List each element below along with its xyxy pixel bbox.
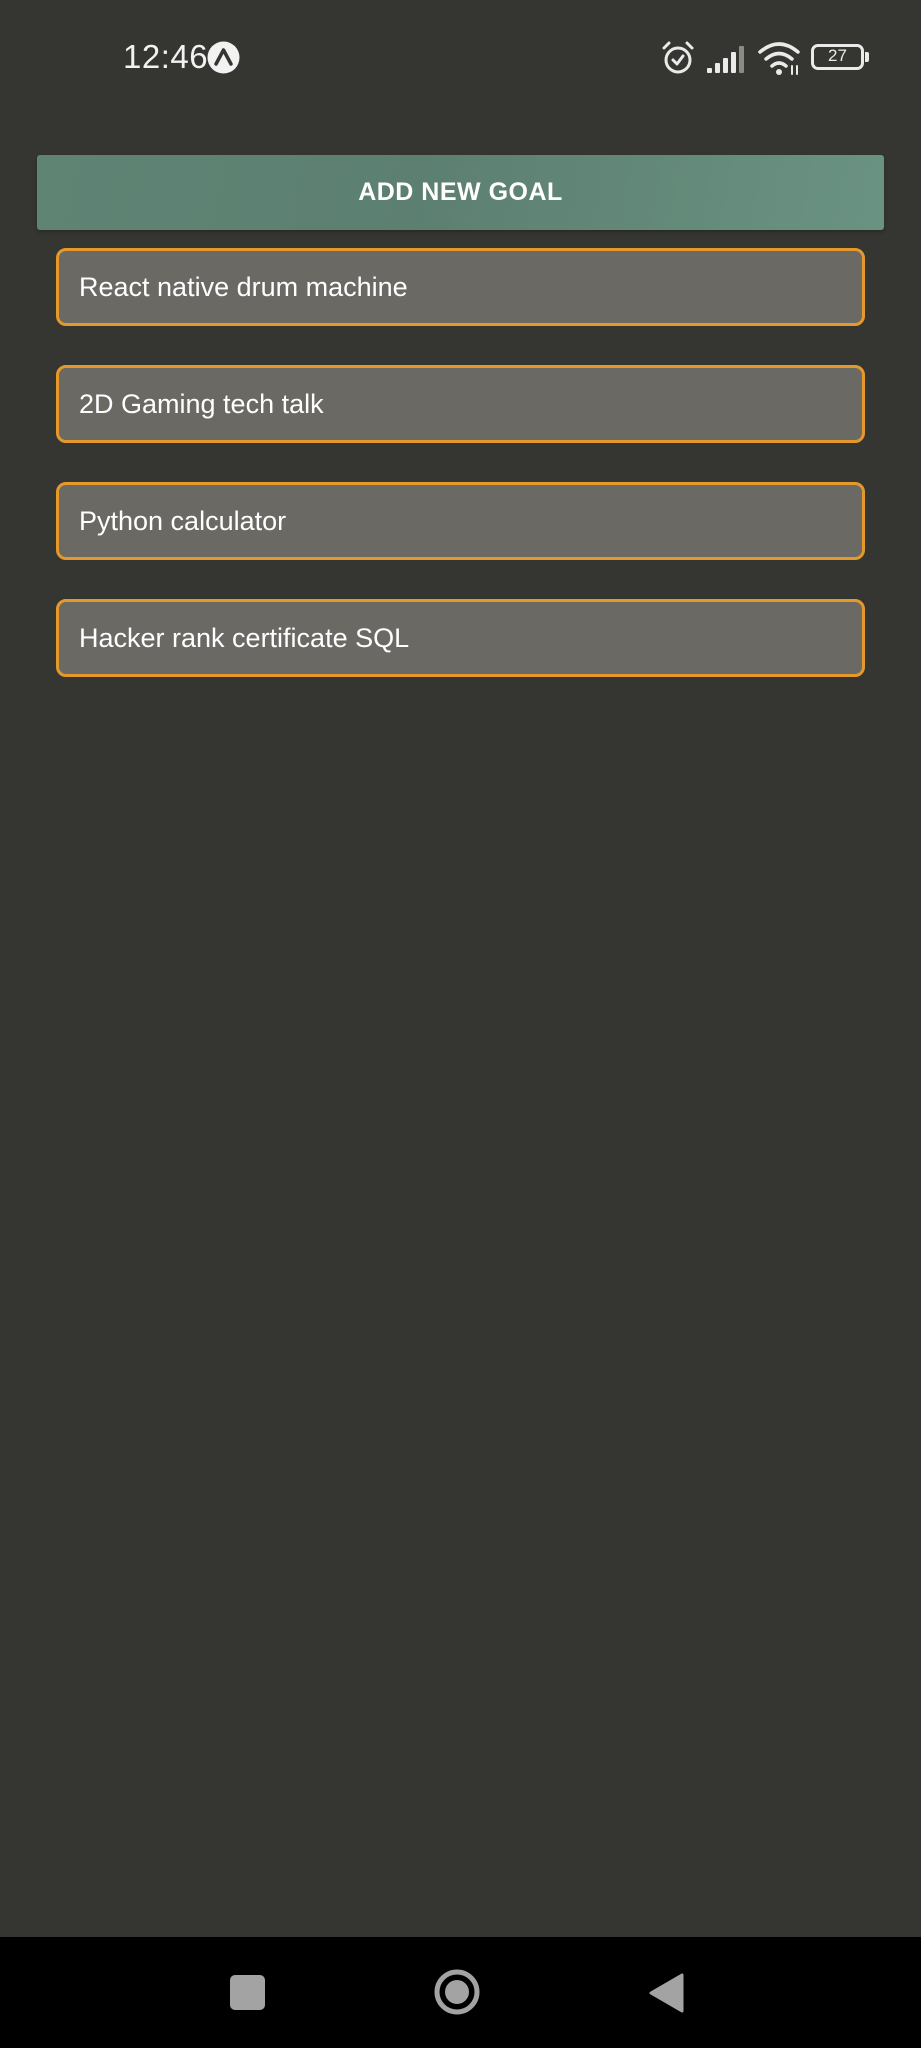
goal-text: 2D Gaming tech talk — [79, 388, 324, 419]
add-new-goal-button[interactable]: ADD NEW GOAL — [37, 155, 884, 230]
signal-icon — [707, 46, 744, 73]
goal-text: Python calculator — [79, 505, 287, 536]
list-item[interactable]: 2D Gaming tech talk — [56, 365, 865, 443]
goal-text: Hacker rank certificate SQL — [79, 622, 410, 653]
app-screen: 12:46 27 ADD NEW GOAL React native drum … — [0, 0, 921, 2048]
battery-level: 27 — [828, 46, 847, 65]
goal-text: React native drum machine — [79, 271, 408, 302]
recents-icon[interactable] — [230, 1975, 265, 2010]
wifi-icon — [758, 42, 800, 75]
list-item[interactable]: Hacker rank certificate SQL — [56, 599, 865, 677]
add-new-goal-label: ADD NEW GOAL — [358, 178, 563, 206]
expo-icon — [207, 41, 240, 74]
battery-tip — [865, 52, 869, 62]
list-item[interactable]: Python calculator — [56, 482, 865, 560]
status-bar: 12:46 27 — [0, 0, 921, 115]
alarm-icon — [662, 41, 694, 74]
navigation-bar — [0, 1937, 921, 2048]
home-icon[interactable] — [433, 1968, 481, 2016]
list-item[interactable]: React native drum machine — [56, 248, 865, 326]
back-icon[interactable] — [648, 1972, 684, 2014]
status-time: 12:46 — [123, 38, 209, 75]
battery-icon: 27 — [811, 44, 869, 70]
goal-list: React native drum machine 2D Gaming tech… — [56, 248, 865, 716]
